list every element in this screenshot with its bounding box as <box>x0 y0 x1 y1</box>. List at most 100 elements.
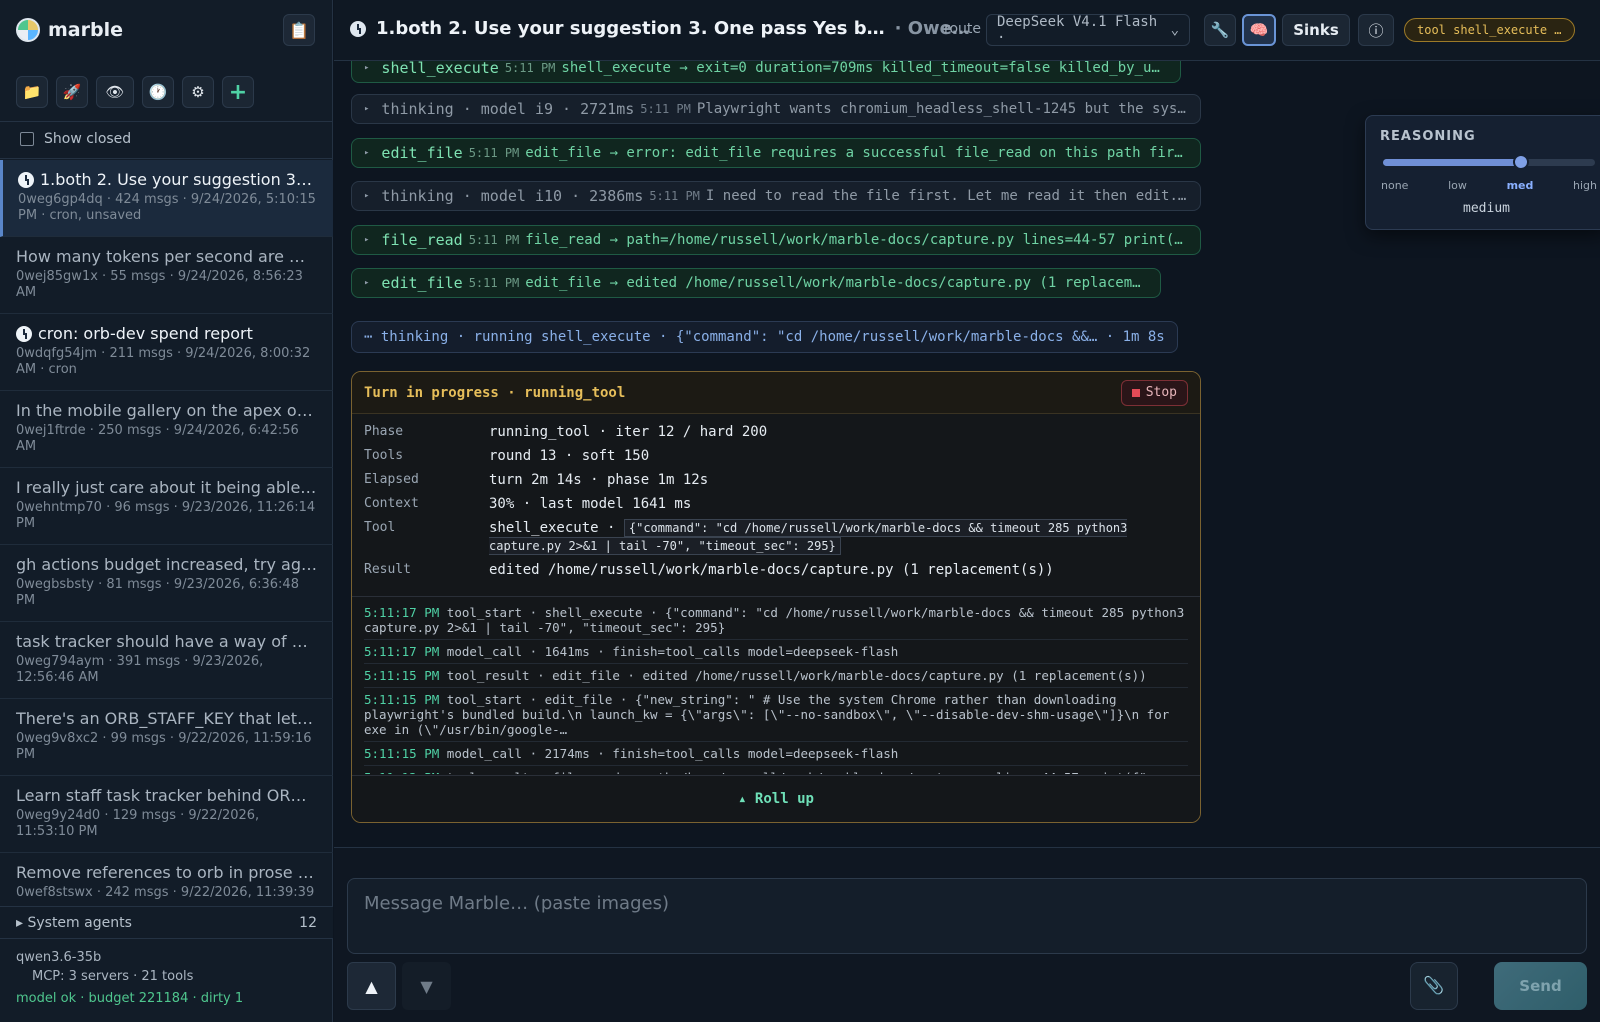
conversation-item[interactable]: cron: orb-dev spend report 0wdqfg54jm · 2… <box>0 314 333 391</box>
show-closed-checkbox[interactable] <box>20 132 34 146</box>
conversation-item[interactable]: 1.both 2. Use your suggestion 3. One pas… <box>0 160 333 237</box>
stop-icon <box>1131 388 1140 397</box>
log-time: 5:11:17 PM <box>364 644 440 659</box>
slider-thumb[interactable] <box>1512 154 1529 170</box>
event-log[interactable]: 5:11:17 PM tool_start · shell_execute · … <box>352 597 1200 774</box>
conversation-title: task tracker should have a way of filter… <box>16 632 317 651</box>
sinks-button[interactable]: Sinks <box>1282 14 1350 46</box>
reasoning-levels: none low med high <box>1381 179 1597 192</box>
conversation-title: Learn staff task tracker behind ORB_STAF… <box>16 786 317 805</box>
plus-icon: + <box>228 79 248 105</box>
reasoning-label: REASONING <box>1380 129 1476 144</box>
expand-triangle-icon: ▸ <box>364 191 370 201</box>
log-entry: 5:11:13 PM tool_result · file_read · pat… <box>364 770 1188 774</box>
turn-panel: Turn in progress · running_tool Stop Pha… <box>351 371 1201 823</box>
turn-details: Phase running_tool · iter 12 / hard 200 T… <box>352 414 1200 597</box>
tool-event-row[interactable]: ▸ edit_file 5:11 PM edit_file → error: edit… <box>351 138 1201 168</box>
thinking-event-row[interactable]: ▸ thinking · model i10 · 2386ms 5:11 PM I n… <box>351 181 1201 211</box>
clock-icon <box>18 171 34 188</box>
reasoning-level-high[interactable]: high <box>1573 179 1597 192</box>
conversation-item[interactable]: In the mobile gallery on the apex org pa… <box>0 391 333 468</box>
clock-icon <box>350 20 366 37</box>
event-body: edit_file → error: edit_file requires a … <box>525 145 1188 161</box>
chat-transcript: ▸ shell_execute 5:11 PM shell_execute → exi… <box>334 61 1600 847</box>
gear-button[interactable]: ⚙ <box>182 76 214 108</box>
conversation-item[interactable]: gh actions budget increased, try again 0w… <box>0 545 333 622</box>
reasoning-level-low[interactable]: low <box>1448 179 1467 192</box>
log-text: model_call · 1641ms · finish=tool_calls … <box>446 644 899 659</box>
show-closed-toggle[interactable]: Show closed <box>20 131 131 147</box>
message-input[interactable]: Message Marble… (paste images) <box>347 878 1587 954</box>
conversation-title: cron: orb-dev spend report <box>16 324 317 343</box>
chevron-down-icon: ⌄ <box>1170 22 1179 38</box>
conversation-title-text: In the mobile gallery on the apex org pa… <box>16 401 317 420</box>
system-agents-toggle[interactable]: ▸ System agents 12 <box>0 906 333 939</box>
info-button[interactable]: ⓘ <box>1358 14 1394 46</box>
event-time: 5:11 PM <box>504 61 556 75</box>
conversation-meta: 0wef8stswx · 242 msgs · 9/22/2026, 11:39… <box>16 885 315 900</box>
reasoning-slider[interactable] <box>1383 154 1595 170</box>
conversation-item[interactable]: task tracker should have a way of filter… <box>0 622 333 699</box>
route-label: route <box>944 21 981 37</box>
conversation-item[interactable]: I really just care about it being able t… <box>0 468 333 545</box>
conversation-meta: 0weg6gp4dq · 424 msgs · 9/24/2026, 5:10:… <box>18 192 316 223</box>
paperclip-icon: 📎 <box>1423 976 1445 996</box>
conversation-item[interactable]: How many tokens per second are we gettin… <box>0 237 333 314</box>
expand-triangle-icon: ▸ <box>364 235 370 245</box>
tool-status-pill[interactable]: tool shell_execute … <box>1404 18 1575 42</box>
tool-event-row[interactable]: ▸ shell_execute 5:11 PM shell_execute → exi… <box>351 61 1181 83</box>
eye-button[interactable]: 👁 <box>96 76 134 108</box>
info-icon: ⓘ <box>1368 21 1384 40</box>
title-text: 1.both 2. Use your suggestion 3. One pas… <box>376 18 885 39</box>
divider <box>0 121 333 122</box>
conversation-title-text: cron: orb-dev spend report <box>38 324 253 343</box>
scroll-up-button[interactable]: ▲ <box>347 962 396 1010</box>
reasoning-current: medium <box>1463 201 1510 216</box>
conversation-title-text: gh actions budget increased, try again <box>16 555 317 574</box>
detail-key: Tool <box>364 520 396 535</box>
plus-button[interactable]: + <box>222 76 254 108</box>
roll-up-button[interactable]: ▴ Roll up <box>352 775 1200 822</box>
expand-triangle-icon: ▸ <box>364 104 370 114</box>
rocket-button[interactable]: 🚀 <box>56 76 88 108</box>
conversation-title-text: Remove references to orb in prose docs <box>16 863 317 882</box>
tool-event-row[interactable]: ▸ file_read 5:11 PM file_read → path=/home/… <box>351 225 1201 255</box>
divider <box>0 158 333 159</box>
detail-key: Context <box>364 496 419 511</box>
sidebar: marble 📋 📁 🚀 👁 🕐 ⚙ + Show closed 1.both 2. Us… <box>0 0 333 1022</box>
reasoning-level-med[interactable]: med <box>1507 179 1534 192</box>
tool-event-row[interactable]: ▸ edit_file 5:11 PM edit_file → edited /hom… <box>351 268 1161 298</box>
brand[interactable]: marble <box>16 16 123 44</box>
clipboard-button[interactable]: 📋 <box>283 14 315 46</box>
tools-button[interactable]: 🔧 <box>1204 14 1236 46</box>
log-text: tool_result · file_read · path=/home/rus… <box>447 770 1169 774</box>
log-entry: 5:11:17 PM tool_start · shell_execute · … <box>364 605 1188 640</box>
conversation-meta: 0wehntmp70 · 96 msgs · 9/23/2026, 11:26:… <box>16 500 316 531</box>
log-time: 5:11:13 PM <box>364 770 439 774</box>
conversation-title-text: How many tokens per second are we gettin… <box>16 247 317 266</box>
reasoning-level-none[interactable]: none <box>1381 179 1408 192</box>
running-status-text: ⋯ thinking · running shell_execute · {"c… <box>364 329 1165 345</box>
stop-label: Stop <box>1145 385 1177 400</box>
route-value: DeepSeek V4.1 Flash · <box>997 14 1158 46</box>
scroll-down-button[interactable]: ▼ <box>402 962 451 1010</box>
stop-button[interactable]: Stop <box>1120 379 1188 406</box>
folder-button[interactable]: 📁 <box>16 76 48 108</box>
conversation-meta: 0wej85gw1x · 55 msgs · 9/24/2026, 8:56:2… <box>16 269 303 300</box>
reasoning-button[interactable]: 🧠 <box>1242 14 1276 46</box>
detail-row: Result edited /home/russell/work/marble-d… <box>364 561 1188 579</box>
conversation-title: 1.both 2. Use your suggestion 3. One pas… <box>18 170 317 189</box>
clock-button[interactable]: 🕐 <box>142 76 174 108</box>
thinking-event-row[interactable]: ▸ thinking · model i9 · 2721ms 5:11 PM Play… <box>351 94 1201 124</box>
conversation-item[interactable]: Learn staff task tracker behind ORB_STAF… <box>0 776 333 853</box>
conversation-title: There's an ORB_STAFF_KEY that lets staff <box>16 709 317 728</box>
attach-button[interactable]: 📎 <box>1410 962 1458 1010</box>
conversation-item[interactable]: There's an ORB_STAFF_KEY that lets staff… <box>0 699 333 776</box>
detail-row: Phase running_tool · iter 12 / hard 200 <box>364 423 1188 441</box>
detail-key: Tools <box>364 448 404 463</box>
log-time: 5:11:15 PM <box>364 692 440 707</box>
detail-value: shell_execute · {"command": "cd /home/ru… <box>489 519 1188 555</box>
detail-key: Phase <box>364 424 404 439</box>
route-select[interactable]: DeepSeek V4.1 Flash · ⌄ <box>986 14 1190 46</box>
send-button[interactable]: Send <box>1494 962 1587 1010</box>
